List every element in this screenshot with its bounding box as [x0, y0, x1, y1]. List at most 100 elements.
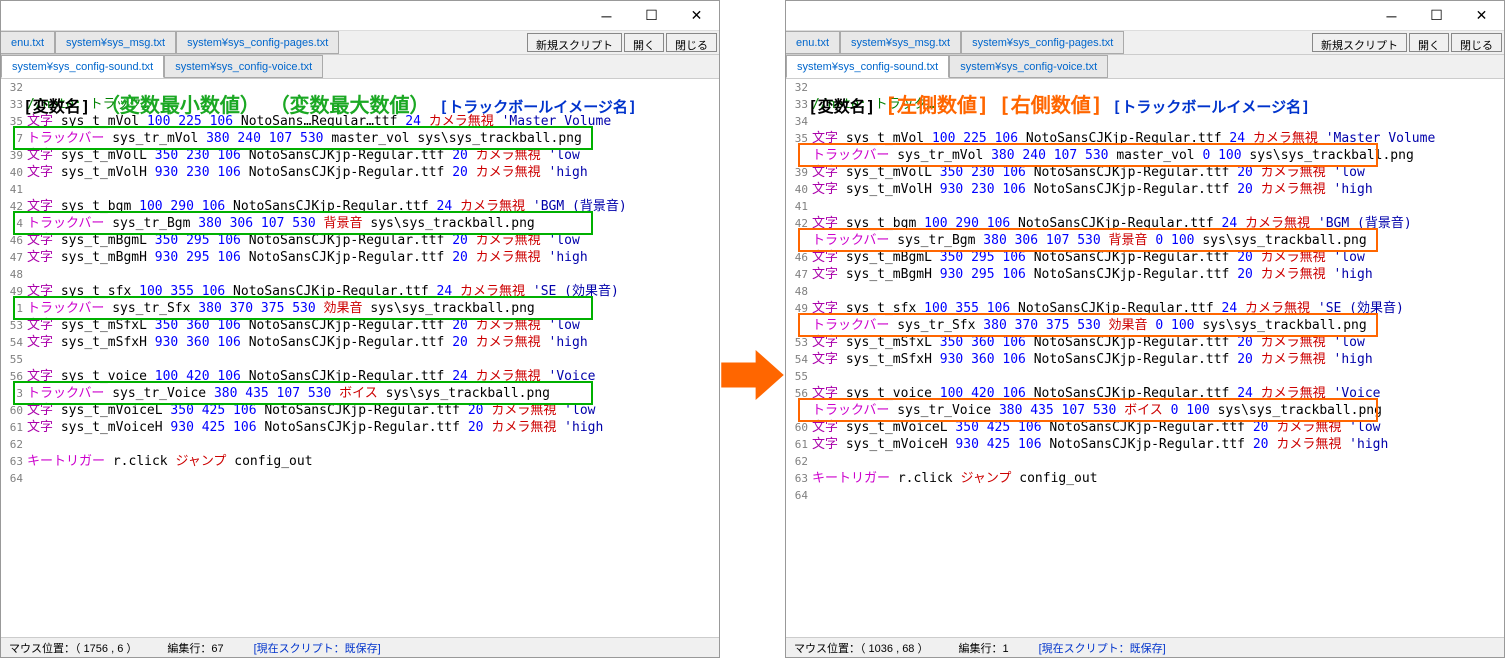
code-line[interactable]: 32	[788, 79, 1504, 96]
code-editor[interactable]: [変数名] [左側数値] [右側数値] [トラックボールイメージ名] 3233/…	[786, 79, 1504, 637]
line-number: 54	[3, 334, 23, 351]
code-line[interactable]: 63キートリガー r.click ジャンプ config_out	[3, 453, 719, 470]
code-line[interactable]: トラックバー sys_tr_mVol 380 240 107 530 maste…	[788, 147, 1504, 164]
code-line[interactable]: 49文字 sys_t_sfx 100 355 106 NotoSansCJKjp…	[788, 300, 1504, 317]
line-number: 61	[788, 436, 808, 453]
code-line[interactable]: 3トラックバー sys_tr_Voice 380 435 107 530 ボイス…	[3, 385, 719, 402]
code-content: トラックバー sys_tr_Sfx 380 370 375 530 効果音 sy…	[27, 300, 719, 317]
code-line[interactable]: 1トラックバー sys_tr_Sfx 380 370 375 530 効果音 s…	[3, 300, 719, 317]
code-editor[interactable]: [変数名] （変数最小数値） （変数最大数値） [トラックボールイメージ名] 3…	[1, 79, 719, 637]
code-content: 文字 sys_t_bgm 100 290 106 NotoSansCJKjp-R…	[27, 198, 719, 215]
code-line[interactable]: 40文字 sys_t_mVolH 930 230 106 NotoSansCJK…	[3, 164, 719, 181]
code-line[interactable]: 47文字 sys_t_mBgmH 930 295 106 NotoSansCJK…	[788, 266, 1504, 283]
code-line[interactable]: 56文字 sys_t_voice 100 420 106 NotoSansCJK…	[3, 368, 719, 385]
code-content: 文字 sys_t_mVol 100 225 106 NotoSansCJKjp-…	[812, 130, 1504, 147]
line-number: 47	[3, 249, 23, 266]
code-line[interactable]: 61文字 sys_t_mVoiceH 930 425 106 NotoSansC…	[3, 419, 719, 436]
code-content: 文字 sys_t_voice 100 420 106 NotoSansCJKjp…	[812, 385, 1504, 402]
code-line[interactable]: 46文字 sys_t_mBgmL 350 295 106 NotoSansCJK…	[3, 232, 719, 249]
file-tab[interactable]: system¥sys_config-pages.txt	[961, 31, 1124, 54]
code-content: //note: トラック…	[27, 96, 719, 113]
file-tab[interactable]: enu.txt	[1, 31, 55, 54]
code-content: 文字 sys_t_mVolH 930 230 106 NotoSansCJKjp…	[812, 181, 1504, 198]
code-line[interactable]: 54文字 sys_t_mSfxH 930 360 106 NotoSansCJK…	[3, 334, 719, 351]
file-tab[interactable]: system¥sys_config-voice.txt	[949, 55, 1108, 78]
code-line[interactable]: 35文字 sys_t_mVol 100 225 106 NotoSans…Reg…	[3, 113, 719, 130]
file-tab[interactable]: system¥sys_config-sound.txt	[786, 55, 949, 78]
code-content	[812, 79, 1504, 96]
code-line[interactable]: 39文字 sys_t_mVolL 350 230 106 NotoSansCJK…	[3, 147, 719, 164]
code-line[interactable]: 53文字 sys_t_mSfxL 350 360 106 NotoSansCJK…	[3, 317, 719, 334]
code-line[interactable]: 49文字 sys_t_sfx 100 355 106 NotoSansCJKjp…	[3, 283, 719, 300]
code-line[interactable]: 55	[3, 351, 719, 368]
code-content: 文字 sys_t_mSfxL 350 360 106 NotoSansCJKjp…	[27, 317, 719, 334]
code-line[interactable]: 40文字 sys_t_mVolH 930 230 106 NotoSansCJK…	[788, 181, 1504, 198]
line-number: 46	[788, 249, 808, 266]
line-number: 48	[3, 266, 23, 283]
code-line[interactable]: 41	[3, 181, 719, 198]
code-content: トラックバー sys_tr_mVol 380 240 107 530 maste…	[812, 147, 1504, 164]
line-number: 3	[3, 385, 23, 402]
line-number: 53	[788, 334, 808, 351]
code-line[interactable]: 62	[3, 436, 719, 453]
code-line[interactable]: 60文字 sys_t_mVoiceL 350 425 106 NotoSansC…	[788, 419, 1504, 436]
code-line[interactable]: トラックバー sys_tr_Sfx 380 370 375 530 効果音 0 …	[788, 317, 1504, 334]
code-line[interactable]: 33//note: トラック…	[788, 96, 1504, 113]
close-script-button[interactable]: 閉じる	[1451, 33, 1502, 52]
minimize-button[interactable]: ─	[584, 2, 629, 30]
line-number: 49	[3, 283, 23, 300]
new-script-button[interactable]: 新規スクリプト	[1312, 33, 1407, 52]
code-line[interactable]: 33//note: トラック…	[3, 96, 719, 113]
code-line[interactable]: 48	[788, 283, 1504, 300]
open-button[interactable]: 開く	[1409, 33, 1449, 52]
code-line[interactable]: 63キートリガー r.click ジャンプ config_out	[788, 470, 1504, 487]
file-tab[interactable]: system¥sys_msg.txt	[840, 31, 961, 54]
code-line[interactable]: 53文字 sys_t_mSfxL 350 360 106 NotoSansCJK…	[788, 334, 1504, 351]
file-tab[interactable]: system¥sys_config-pages.txt	[176, 31, 339, 54]
code-line[interactable]: 4トラックバー sys_tr_Bgm 380 306 107 530 背景音 s…	[3, 215, 719, 232]
new-script-button[interactable]: 新規スクリプト	[527, 33, 622, 52]
code-line[interactable]: 32	[3, 79, 719, 96]
code-line[interactable]: 61文字 sys_t_mVoiceH 930 425 106 NotoSansC…	[788, 436, 1504, 453]
code-line[interactable]: 7トラックバー sys_tr_mVol 380 240 107 530 mast…	[3, 130, 719, 147]
open-button[interactable]: 開く	[624, 33, 664, 52]
maximize-button[interactable]: ☐	[629, 2, 674, 30]
status-edit-line: 編集行：1	[959, 640, 1009, 656]
file-tab[interactable]: enu.txt	[786, 31, 840, 54]
code-line[interactable]: 46文字 sys_t_mBgmL 350 295 106 NotoSansCJK…	[788, 249, 1504, 266]
code-line[interactable]: 55	[788, 368, 1504, 385]
line-number: 48	[788, 283, 808, 300]
code-line[interactable]: 34	[788, 113, 1504, 130]
code-content: トラックバー sys_tr_Voice 380 435 107 530 ボイス …	[812, 402, 1504, 419]
tabs-row-2: system¥sys_config-sound.txtsystem¥sys_co…	[786, 55, 1504, 79]
code-line[interactable]: 48	[3, 266, 719, 283]
code-line[interactable]: 47文字 sys_t_mBgmH 930 295 106 NotoSansCJK…	[3, 249, 719, 266]
file-tab[interactable]: system¥sys_config-voice.txt	[164, 55, 323, 78]
close-script-button[interactable]: 閉じる	[666, 33, 717, 52]
close-button[interactable]: ✕	[1459, 2, 1504, 30]
code-line[interactable]: 54文字 sys_t_mSfxH 930 360 106 NotoSansCJK…	[788, 351, 1504, 368]
line-number	[788, 317, 808, 334]
editor-window-right: ─ ☐ ✕ enu.txtsystem¥sys_msg.txtsystem¥sy…	[785, 0, 1505, 658]
code-content: //note: トラック…	[812, 96, 1504, 113]
code-line[interactable]: 42文字 sys_t_bgm 100 290 106 NotoSansCJKjp…	[788, 215, 1504, 232]
code-line[interactable]: 56文字 sys_t_voice 100 420 106 NotoSansCJK…	[788, 385, 1504, 402]
code-line[interactable]: 62	[788, 453, 1504, 470]
line-number	[788, 147, 808, 164]
code-line[interactable]: トラックバー sys_tr_Voice 380 435 107 530 ボイス …	[788, 402, 1504, 419]
code-line[interactable]: 41	[788, 198, 1504, 215]
file-tab[interactable]: system¥sys_config-sound.txt	[1, 55, 164, 78]
code-content: 文字 sys_t_mVoiceL 350 425 106 NotoSansCJK…	[812, 419, 1504, 436]
minimize-button[interactable]: ─	[1369, 2, 1414, 30]
maximize-button[interactable]: ☐	[1414, 2, 1459, 30]
code-line[interactable]: 35文字 sys_t_mVol 100 225 106 NotoSansCJKj…	[788, 130, 1504, 147]
line-number: 1	[3, 300, 23, 317]
code-line[interactable]: トラックバー sys_tr_Bgm 380 306 107 530 背景音 0 …	[788, 232, 1504, 249]
code-line[interactable]: 64	[3, 470, 719, 487]
code-line[interactable]: 64	[788, 487, 1504, 504]
code-line[interactable]: 60文字 sys_t_mVoiceL 350 425 106 NotoSansC…	[3, 402, 719, 419]
code-line[interactable]: 42文字 sys_t_bgm 100 290 106 NotoSansCJKjp…	[3, 198, 719, 215]
file-tab[interactable]: system¥sys_msg.txt	[55, 31, 176, 54]
close-button[interactable]: ✕	[674, 2, 719, 30]
code-line[interactable]: 39文字 sys_t_mVolL 350 230 106 NotoSansCJK…	[788, 164, 1504, 181]
